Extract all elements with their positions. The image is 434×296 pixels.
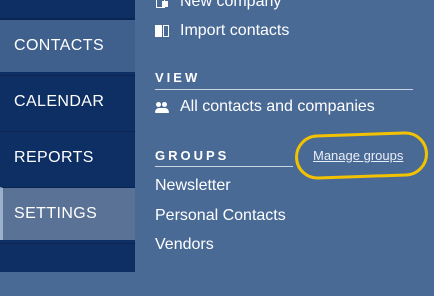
import-icon xyxy=(155,24,169,38)
nav-item-contacts[interactable]: CONTACTS xyxy=(0,19,135,72)
contacts-panel: New company Import contacts VIEW All con… xyxy=(135,0,434,272)
nav-item-label: REPORTS xyxy=(14,149,94,166)
all-contacts-label: All contacts and companies xyxy=(180,98,375,115)
view-divider xyxy=(155,89,413,90)
nav-item-calendar[interactable]: CALENDAR xyxy=(0,75,135,128)
group-item-newsletter[interactable]: Newsletter xyxy=(155,177,231,195)
new-company-label: New company xyxy=(180,0,282,10)
groups-divider xyxy=(155,166,293,167)
new-company-icon xyxy=(155,0,169,9)
groups-section-title: GROUPS xyxy=(155,148,230,163)
view-section-title: VIEW xyxy=(155,70,201,85)
group-item-personal-contacts[interactable]: Personal Contacts xyxy=(155,207,286,225)
group-item-vendors[interactable]: Vendors xyxy=(155,236,214,254)
people-icon xyxy=(155,100,169,114)
nav-item-settings[interactable]: SETTINGS xyxy=(0,187,135,240)
nav-item-partial-bottom[interactable] xyxy=(0,243,135,296)
all-contacts-link[interactable]: All contacts and companies xyxy=(155,98,375,116)
new-company-link[interactable]: New company xyxy=(155,0,281,11)
import-contacts-link[interactable]: Import contacts xyxy=(155,22,289,40)
nav-item-label: SETTINGS xyxy=(14,205,98,222)
nav-item-label: CONTACTS xyxy=(14,37,105,54)
left-navigation: CONTACTS CALENDAR REPORTS SETTINGS xyxy=(0,0,135,272)
nav-item-reports[interactable]: REPORTS xyxy=(0,131,135,184)
import-contacts-label: Import contacts xyxy=(180,22,290,39)
highlight-annotation xyxy=(294,130,429,181)
nav-item-partial-top[interactable] xyxy=(0,0,135,19)
nav-item-label: CALENDAR xyxy=(14,93,105,110)
